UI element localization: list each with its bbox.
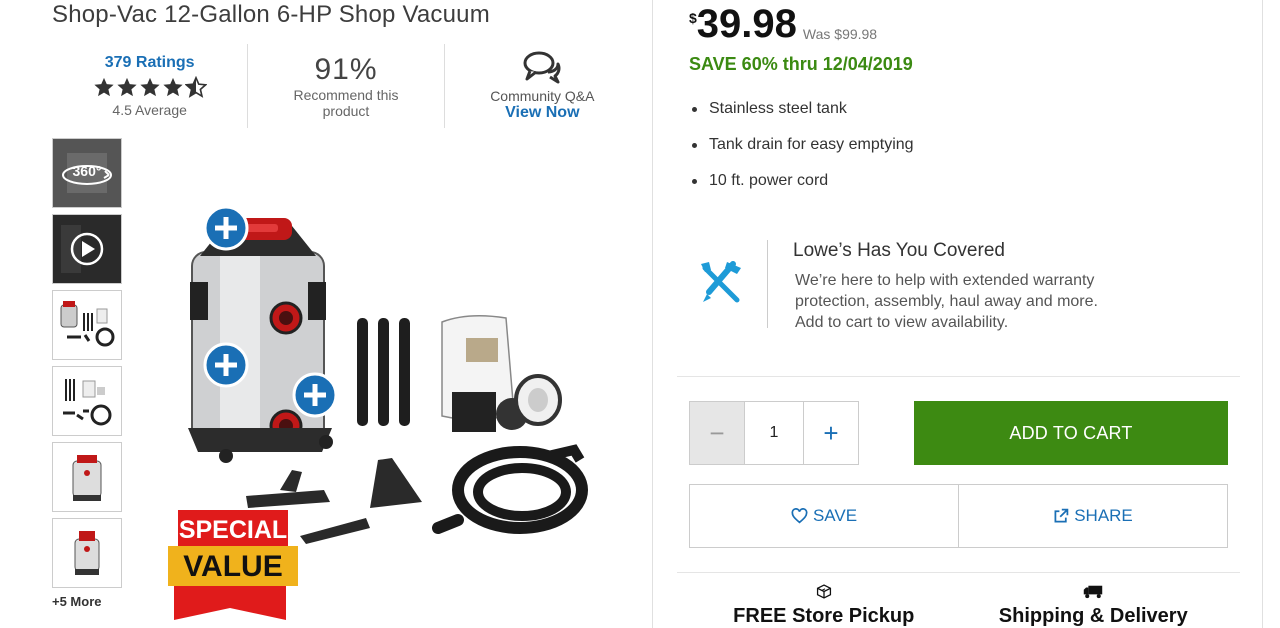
covered-divider: [767, 240, 768, 328]
thumb-360-view[interactable]: 360°: [52, 138, 122, 208]
half-star-icon: [184, 76, 207, 98]
section-separator: [677, 376, 1240, 377]
ratings-link[interactable]: 379 Ratings: [105, 54, 195, 72]
thumb-image-1[interactable]: [52, 290, 122, 360]
qa-view-now-link[interactable]: View Now: [505, 104, 579, 122]
recommend-text: Recommend this product: [293, 87, 399, 119]
covered-line: Add to cart to view availability.: [795, 314, 1009, 331]
hotspot-plus-icon[interactable]: [203, 205, 249, 251]
price-block: $ 39.98 Was $99.98: [689, 2, 877, 46]
share-button[interactable]: SHARE: [958, 485, 1227, 547]
decrease-quantity-button[interactable]: −: [689, 401, 745, 465]
badge-special-text: SPECIAL: [179, 516, 287, 544]
qa-label: Community Q&A: [490, 88, 595, 104]
save-button[interactable]: SAVE: [690, 485, 958, 547]
feature-item: 10 ft. power cord: [689, 172, 914, 208]
thumb-image-3[interactable]: [52, 442, 122, 512]
external-share-icon: [1054, 508, 1069, 523]
right-border: [1262, 0, 1263, 628]
lowes-covered-panel: Lowe’s Has You Covered We’re here to hel…: [689, 238, 1249, 334]
product-title: Shop-Vac 12-Gallon 6-HP Shop Vacuum: [52, 1, 490, 28]
ratings-stat: 379 Ratings 4.5 Average: [52, 44, 247, 128]
quantity-input[interactable]: 1: [745, 401, 803, 465]
store-pickup-label: FREE Store Pickup: [733, 605, 915, 627]
badge-value-text: VALUE: [183, 550, 282, 583]
delivery-label: Shipping & Delivery: [998, 605, 1188, 627]
recommend-stat: 91% Recommend this product: [247, 44, 443, 128]
feature-item: Stainless steel tank: [689, 100, 914, 136]
thumb-video[interactable]: [52, 214, 122, 284]
save-label: SAVE: [812, 506, 858, 525]
qa-stat[interactable]: Community Q&A View Now: [443, 44, 640, 128]
package-icon: [816, 584, 831, 599]
star-icon: [117, 77, 137, 97]
feature-list: Stainless steel tank Tank drain for easy…: [689, 100, 914, 208]
product-stats: 379 Ratings 4.5 Average 91% Recommend th…: [52, 44, 640, 128]
thumb-image-2[interactable]: [52, 366, 122, 436]
add-to-cart-button[interactable]: ADD TO CART: [914, 401, 1228, 465]
star-icon: [94, 77, 114, 97]
more-images-link[interactable]: +5 More: [52, 594, 122, 609]
savings-text: SAVE 60% thru 12/04/2019: [689, 54, 913, 74]
thumb-image-4[interactable]: [52, 518, 122, 588]
column-divider: [652, 0, 653, 628]
covered-title: Lowe’s Has You Covered: [793, 240, 1005, 261]
recommend-percent: 91%: [314, 53, 378, 86]
hotspot-plus-icon[interactable]: [203, 342, 249, 388]
price-currency: $: [689, 10, 697, 26]
covered-line: We’re here to help with extended warrant…: [795, 272, 1095, 289]
tools-icon: [701, 261, 741, 303]
section-separator: [677, 572, 1240, 573]
heart-icon: [791, 508, 808, 524]
spin-360-label: 360°: [73, 163, 102, 179]
covered-text: We’re here to help with extended warrant…: [795, 270, 1135, 333]
chat-bubbles-icon: [523, 51, 561, 84]
share-label: SHARE: [1074, 506, 1133, 525]
quantity-stepper: − 1 +: [689, 401, 859, 465]
price-value: 39.98: [696, 2, 797, 46]
hotspot-plus-icon[interactable]: [292, 372, 338, 418]
feature-item: Tank drain for easy emptying: [689, 136, 914, 172]
average-rating: 4.5 Average: [112, 102, 187, 118]
special-value-badge: SPECIAL VALUE: [168, 510, 298, 620]
star-icon: [140, 77, 160, 97]
thumbnail-strip: 360° +5 More: [52, 138, 122, 609]
main-product-image[interactable]: SPECIAL VALUE: [160, 190, 610, 625]
delivery-option[interactable]: Shipping & Delivery: [959, 584, 1229, 628]
action-buttons: SAVE SHARE: [689, 484, 1228, 548]
star-rating: [93, 76, 207, 98]
fulfillment-options: FREE Store Pickup Shipping & Delivery: [689, 584, 1228, 628]
was-price: Was $99.98: [802, 26, 878, 42]
star-icon: [163, 77, 183, 97]
increase-quantity-button[interactable]: +: [803, 401, 859, 465]
truck-icon: [1084, 585, 1103, 599]
covered-line: protection, assembly, haul away and more…: [795, 293, 1098, 310]
store-pickup-option[interactable]: FREE Store Pickup: [689, 584, 959, 628]
